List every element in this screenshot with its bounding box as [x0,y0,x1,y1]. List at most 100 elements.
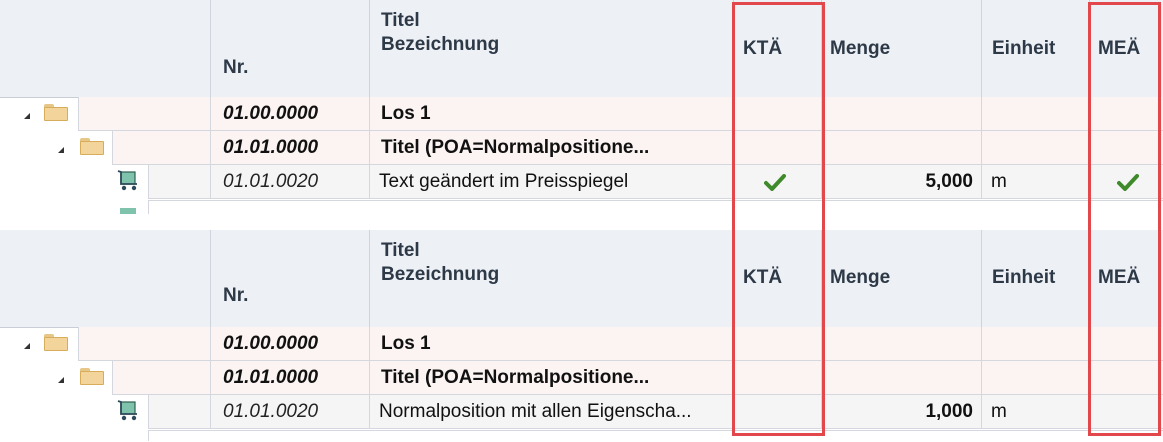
einheit-value: m [991,401,1007,422]
folder-icon [44,334,68,351]
header-einheit[interactable]: Einheit [982,0,1090,97]
menge-cell [822,361,982,395]
header-tree-column[interactable] [0,0,211,97]
mea-cell [1090,131,1163,165]
header-bezeichnung-label: Bezeichnung [381,34,500,55]
header-nr[interactable]: Nr. [211,230,370,327]
kta-cell [734,97,822,131]
nr-cell: 01.01.0020 [211,165,370,199]
header-nr-label: Nr. [223,57,249,78]
mea-cell [1090,97,1163,131]
header-mea[interactable]: MEÄ [1090,0,1163,97]
header-titel-bezeichnung[interactable]: Titel Bezeichnung [370,230,734,327]
header-titel-label: Titel [381,240,420,261]
row-cut-off [118,200,149,214]
tree-row-titel[interactable]: 01.01.0000 Titel (POA=Normalpositione... [0,131,1163,165]
bezeichnung-value: Text geändert im Preisspiegel [379,171,629,192]
tree-row-titel[interactable]: 01.01.0000 Titel (POA=Normalpositione... [0,361,1163,395]
tree-label-cell [78,327,211,361]
folder-icon [80,138,104,155]
mea-cell [1090,327,1163,361]
bezeichnung-cell: Los 1 [370,97,734,131]
row-cut-off [118,430,149,441]
header-kta[interactable]: KTÄ [734,230,822,327]
header-menge-label: Menge [830,38,891,59]
einheit-cell [982,327,1090,361]
expand-triangle-icon[interactable] [58,147,64,153]
bezeichnung-cell: Titel (POA=Normalpositione... [370,361,734,395]
nr-value: 01.01.0020 [223,171,319,192]
cart-icon [117,170,137,191]
bezeichnung-value: Titel (POA=Normalpositione... [381,137,650,158]
header-mea[interactable]: MEÄ [1090,230,1163,327]
tree-label-cell [148,395,211,429]
tree-label-cell [148,165,211,199]
menge-cell [822,327,982,361]
header-bezeichnung-label: Bezeichnung [381,264,500,285]
grid-2: Nr. Titel Bezeichnung KTÄ Menge Einheit … [0,230,1163,441]
menge-cell [822,97,982,131]
header-menge[interactable]: Menge [822,0,982,97]
grid-header: Nr. Titel Bezeichnung KTÄ Menge Einheit … [0,230,1163,328]
menge-cell [822,131,982,165]
position-row[interactable]: 01.01.0020 Normalposition mit allen Eige… [0,395,1163,429]
kta-cell [734,327,822,361]
nr-value: 01.01.0000 [223,367,319,388]
tree-label-cell [112,131,211,165]
header-menge-label: Menge [830,267,891,288]
checkmark-icon [764,174,786,191]
header-einheit-label: Einheit [992,38,1056,59]
tree-label-cell [78,97,211,131]
mea-cell[interactable] [1090,165,1163,199]
grid-header: Nr. Titel Bezeichnung KTÄ Menge Einheit … [0,0,1163,98]
einheit-cell: m [982,165,1090,199]
header-kta-label: KTÄ [743,38,783,59]
tree-row-los[interactable]: 01.00.0000 Los 1 [0,327,1163,361]
header-kta-label: KTÄ [743,267,783,288]
bezeichnung-value: Los 1 [381,103,431,124]
bezeichnung-cell: Normalposition mit allen Eigenscha... [370,395,734,429]
tree-row-los[interactable]: 01.00.0000 Los 1 [0,97,1163,131]
header-einheit[interactable]: Einheit [982,230,1090,327]
cart-icon [120,208,136,214]
header-mea-label: MEÄ [1098,267,1141,288]
kta-cell[interactable] [734,395,822,429]
header-titel-bezeichnung[interactable]: Titel Bezeichnung [370,0,734,97]
kta-cell [734,131,822,165]
nr-value: 01.00.0000 [223,333,319,354]
bezeichnung-value: Los 1 [381,333,431,354]
position-row[interactable]: 01.01.0020 Text geändert im Preisspiegel… [0,165,1163,199]
bezeichnung-cell: Text geändert im Preisspiegel [370,165,734,199]
menge-value: 5,000 [925,171,973,192]
nr-value: 01.01.0000 [223,137,319,158]
expand-triangle-icon[interactable] [24,113,30,119]
folder-icon [44,104,68,121]
expand-triangle-icon[interactable] [58,377,64,383]
cart-icon [117,400,137,421]
header-mea-label: MEÄ [1098,38,1141,59]
bezeichnung-cell: Los 1 [370,327,734,361]
header-menge[interactable]: Menge [822,230,982,327]
grid-1: Nr. Titel Bezeichnung KTÄ Menge Einheit … [0,0,1163,214]
bezeichnung-value: Normalposition mit allen Eigenscha... [379,401,692,422]
header-titel-label: Titel [381,10,420,31]
header-kta[interactable]: KTÄ [734,0,822,97]
nr-value: 01.01.0020 [223,401,319,422]
header-nr-label: Nr. [223,285,249,306]
expand-triangle-icon[interactable] [24,343,30,349]
bezeichnung-cell: Titel (POA=Normalpositione... [370,131,734,165]
einheit-cell [982,97,1090,131]
folder-icon [80,368,104,385]
menge-cell: 5,000 [822,165,982,199]
einheit-cell [982,131,1090,165]
checkmark-icon [1117,174,1139,191]
header-nr[interactable]: Nr. [211,0,370,97]
tree-label-cell [112,361,211,395]
einheit-cell: m [982,395,1090,429]
header-einheit-label: Einheit [992,267,1056,288]
einheit-cell [982,361,1090,395]
row-cut-off [148,430,1163,442]
mea-cell[interactable] [1090,395,1163,429]
header-tree-column[interactable] [0,230,211,327]
kta-cell[interactable] [734,165,822,199]
